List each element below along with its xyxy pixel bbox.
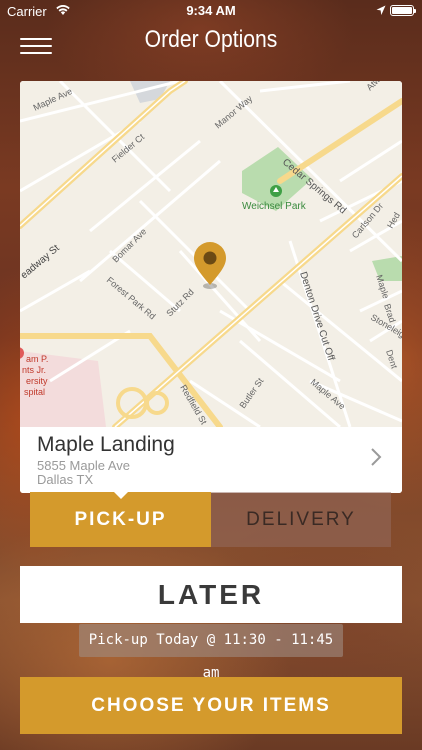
tab-pickup[interactable]: PICK-UP [30,492,211,547]
later-button[interactable]: LATER [20,566,402,623]
battery-icon [390,5,416,16]
chevron-right-icon [370,447,382,471]
map-label: nts Jr. [22,365,46,375]
tab-pickup-label: PICK-UP [74,509,167,530]
location-card: Maple Ave Fielder Ct Manor Way Cedar Spr… [20,81,402,493]
page-title: Order Options [144,26,278,53]
location-address-line2: Dallas TX [37,472,94,487]
battery-level [392,7,412,14]
map-label: ersity [26,376,48,386]
order-type-tabs: PICK-UP DELIVERY [30,492,391,547]
tab-indicator-notch [114,492,128,499]
map-label: Weichsel Park [242,201,307,212]
map-label: am P. [26,354,48,364]
choose-items-button[interactable]: CHOOSE YOUR ITEMS [20,677,402,734]
nav-bar: Order Options [0,22,422,66]
map-label: spital [24,387,45,397]
clock-time: 9:34 AM [186,3,236,18]
tab-delivery[interactable]: DELIVERY [211,492,391,547]
location-name: Maple Landing [37,433,175,456]
location-address-line1: 5855 Maple Ave [37,458,130,473]
tab-delivery-label: DELIVERY [246,509,356,530]
location-arrow-icon [376,4,386,19]
status-bar: Carrier 9:34 AM [0,0,422,22]
location-selector[interactable]: Maple Landing 5855 Maple Ave Dallas TX [20,427,402,493]
map-view[interactable]: Maple Ave Fielder Ct Manor Way Cedar Spr… [20,81,402,427]
pickup-time-label: Pick-up Today @ 11:30 - 11:45 am [79,624,343,681]
